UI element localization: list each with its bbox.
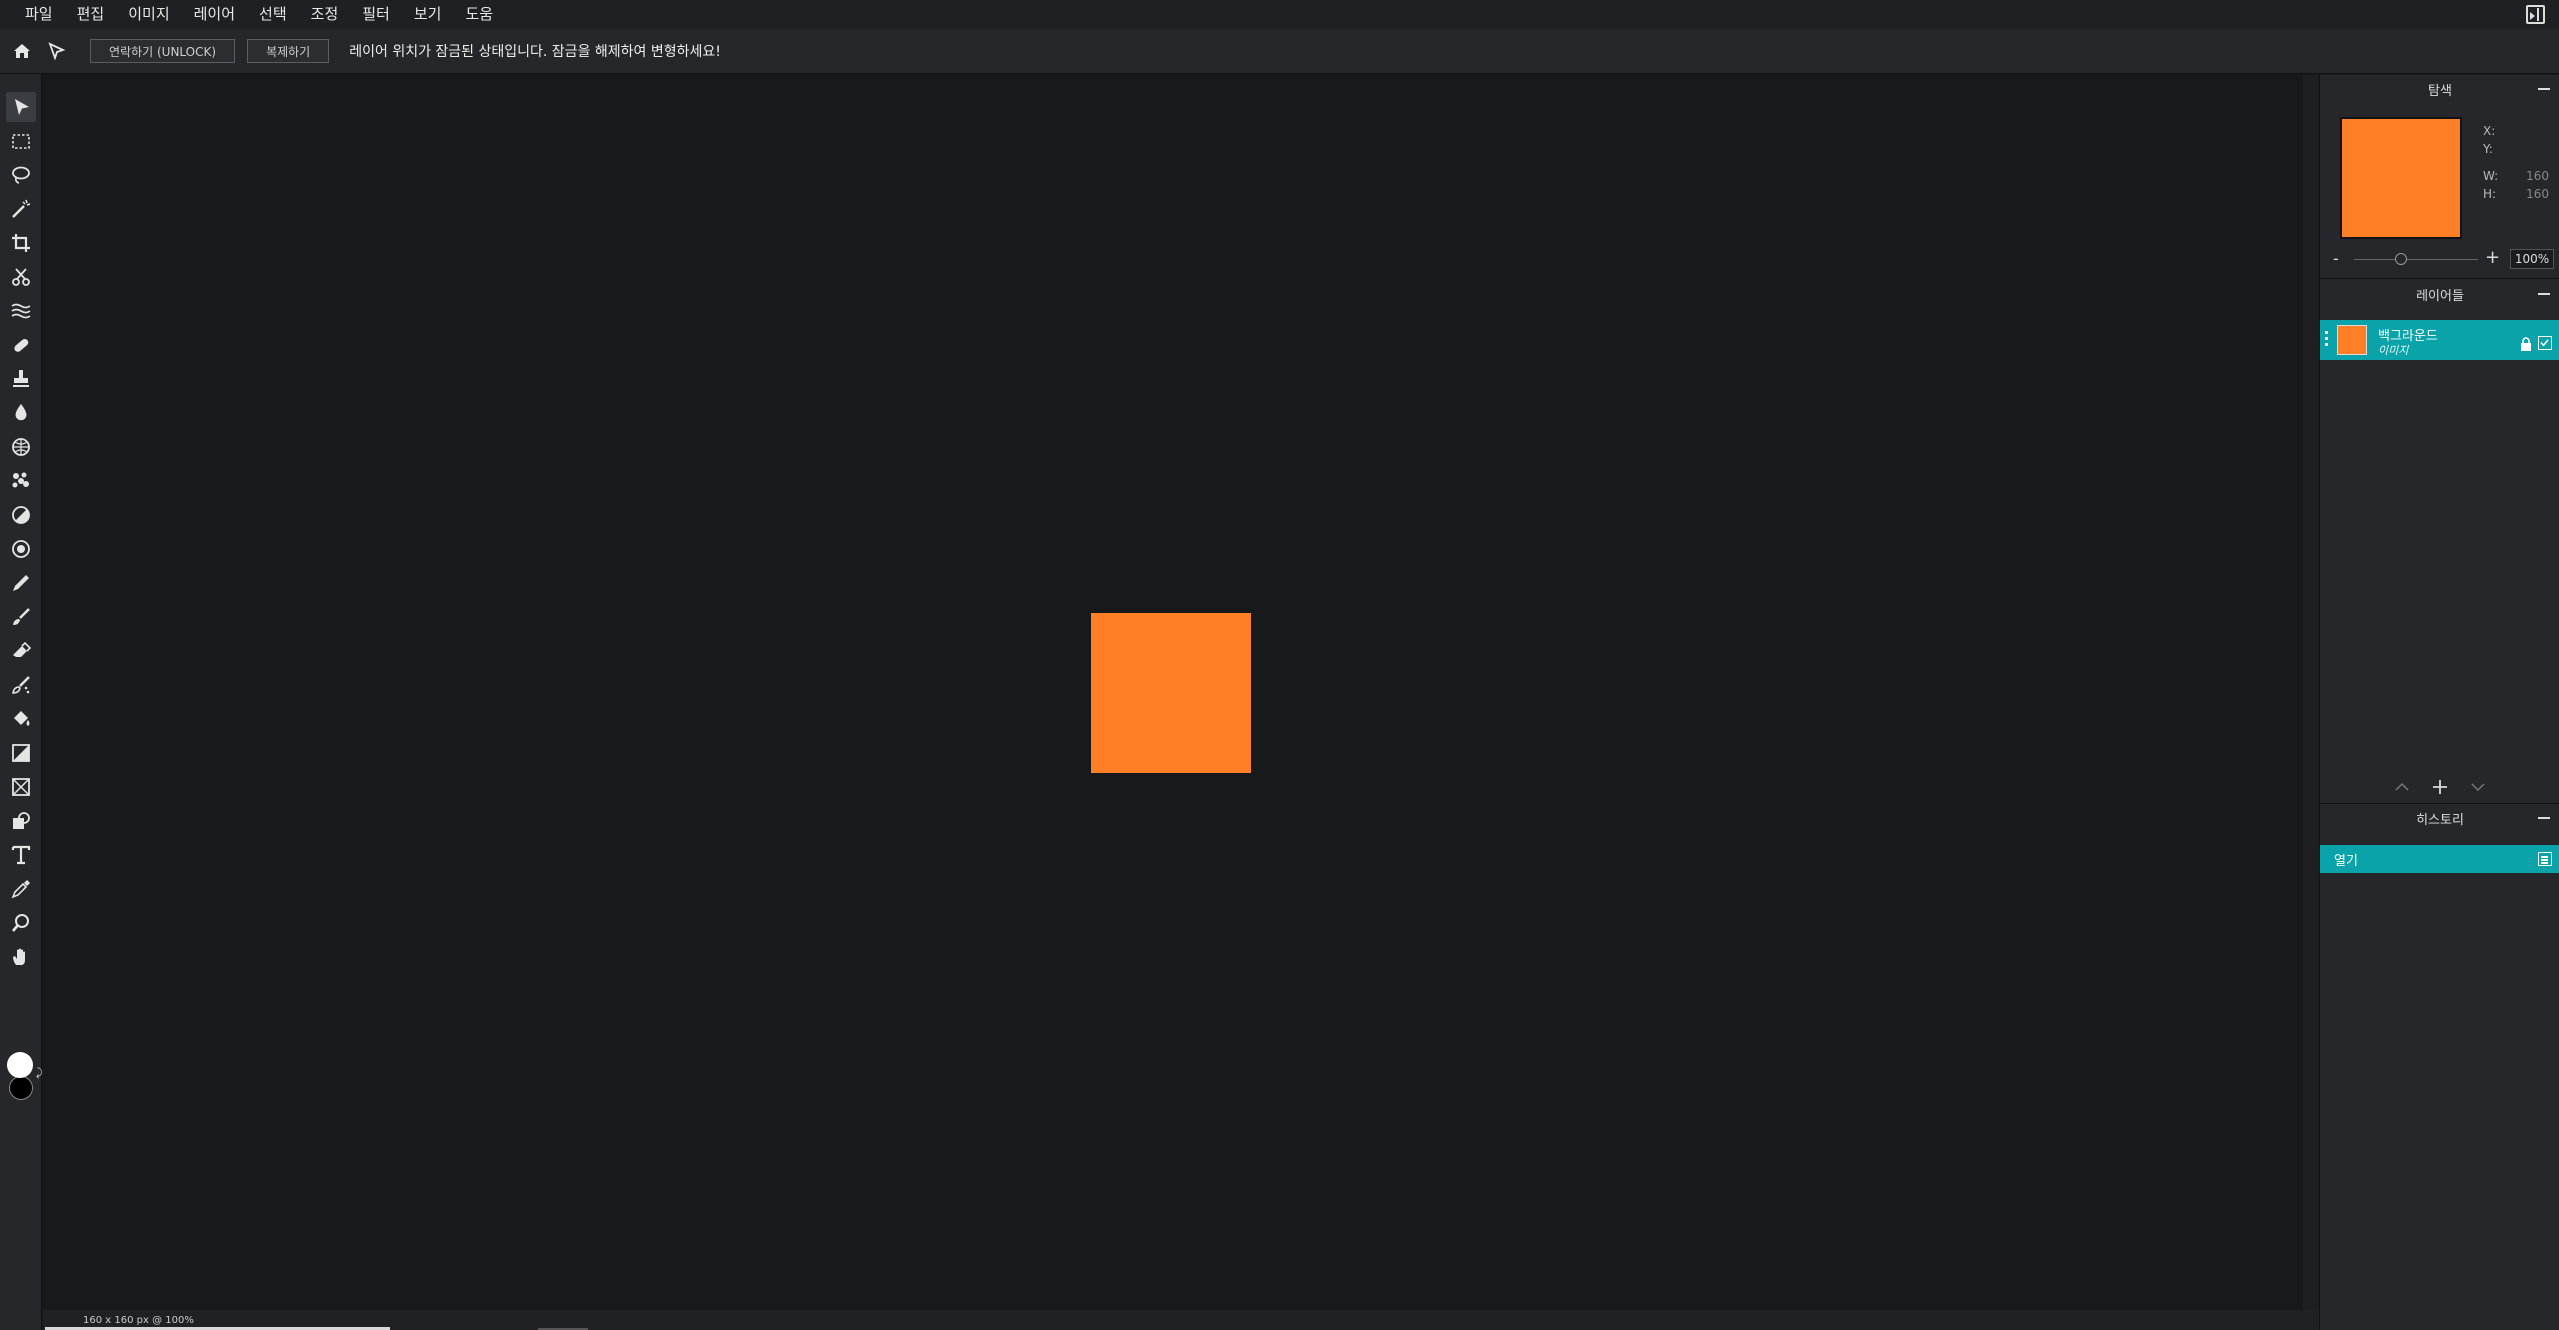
status-bar: 160 x 160 px @ 100% <box>43 1310 2319 1330</box>
healing-icon[interactable] <box>6 330 36 360</box>
hand-icon[interactable] <box>6 942 36 972</box>
panel-toggle-icon[interactable] <box>2526 5 2545 24</box>
divider <box>2320 278 2559 279</box>
pattern-icon[interactable] <box>6 466 36 496</box>
navigator-header: 탐색 <box>2320 75 2559 103</box>
menu-layer[interactable]: 레이어 <box>182 0 247 29</box>
menu-adjust[interactable]: 조정 <box>299 0 351 29</box>
layers-title: 레이어들 <box>2416 288 2464 304</box>
collapse-icon[interactable] <box>2538 88 2550 90</box>
lock-message: 레이어 위치가 잠금된 상태입니다. 잠금을 해제하여 변형하세요! <box>349 44 721 60</box>
zoom-in-button[interactable]: + <box>2485 247 2500 268</box>
crop-icon[interactable] <box>6 228 36 258</box>
menu-image[interactable]: 이미지 <box>116 0 181 29</box>
nav-w-label: W: <box>2483 169 2499 183</box>
visibility-checkbox-icon[interactable] <box>2538 336 2552 350</box>
cut-icon[interactable] <box>6 262 36 292</box>
sponge-icon[interactable] <box>6 432 36 462</box>
collapse-icon[interactable] <box>2538 293 2550 295</box>
duplicate-button[interactable]: 복제하기 <box>247 39 330 63</box>
zoom-icon[interactable] <box>6 908 36 938</box>
color-brush-icon[interactable] <box>6 670 36 700</box>
lock-icon[interactable] <box>2519 337 2533 351</box>
eyedropper-icon[interactable] <box>6 874 36 904</box>
background-color-swatch[interactable] <box>9 1076 33 1100</box>
right-panel: 탐색 X: Y: W: 160 H: 160 - + 100% 레이어들 백그라… <box>2319 75 2559 1330</box>
status-text: 160 x 160 px @ 100% <box>83 1314 194 1326</box>
pen-icon[interactable] <box>6 568 36 598</box>
home-icon[interactable] <box>10 39 34 63</box>
nav-y-label: Y: <box>2483 142 2493 156</box>
nav-h-label: H: <box>2483 187 2497 201</box>
collapse-icon[interactable] <box>2538 817 2550 819</box>
history-title: 히스토리 <box>2416 812 2464 828</box>
menu-filter[interactable]: 필터 <box>350 0 402 29</box>
nav-w-value: 160 <box>2526 169 2549 183</box>
foreground-color-swatch[interactable] <box>7 1052 33 1078</box>
unlock-button[interactable]: 연락하기 (UNLOCK) <box>90 39 236 63</box>
dodge-icon[interactable] <box>6 500 36 530</box>
menu-bar: 파일 편집 이미지 레이어 선택 조정 필터 보기 도움 <box>0 0 2559 29</box>
drag-handle-icon[interactable] <box>2325 331 2328 349</box>
gradient-icon[interactable] <box>6 738 36 768</box>
navigator-preview[interactable] <box>2340 117 2462 239</box>
move-tool-icon <box>44 39 68 63</box>
history-state-icon <box>2538 852 2552 866</box>
fill-bucket-icon[interactable] <box>6 704 36 734</box>
menu-select[interactable]: 선택 <box>247 0 299 29</box>
liquify-icon[interactable] <box>6 296 36 326</box>
history-item[interactable]: 열기 <box>2320 845 2559 873</box>
move-layer-up-icon[interactable] <box>2394 781 2410 793</box>
canvas-workspace[interactable] <box>43 75 2303 1310</box>
nav-x-label: X: <box>2483 124 2496 138</box>
zoom-slider[interactable] <box>2354 259 2478 260</box>
navigator-title: 탐색 <box>2428 83 2452 99</box>
canvas-image[interactable] <box>1091 613 1251 773</box>
brush-icon[interactable] <box>6 602 36 632</box>
blur-icon[interactable] <box>6 398 36 428</box>
vertical-scrollbar[interactable] <box>2303 75 2319 1310</box>
tool-bar: ⤸ <box>0 74 43 1330</box>
nav-h-value: 160 <box>2526 187 2549 201</box>
text-icon[interactable] <box>6 840 36 870</box>
zoom-slider-handle[interactable] <box>2395 253 2407 265</box>
swap-colors-icon[interactable]: ⤸ <box>36 1066 43 1080</box>
menu-file[interactable]: 파일 <box>0 0 65 29</box>
zoom-input[interactable]: 100% <box>2510 249 2554 269</box>
eraser-icon[interactable] <box>6 636 36 666</box>
menu-view[interactable]: 보기 <box>402 0 454 29</box>
history-header: 히스토리 <box>2320 804 2559 832</box>
layers-header: 레이어들 <box>2320 280 2559 308</box>
history-item-label: 열기 <box>2334 853 2358 869</box>
move-layer-down-icon[interactable] <box>2470 781 2486 793</box>
zoom-out-button[interactable]: - <box>2333 249 2339 268</box>
spot-heal-icon[interactable] <box>6 534 36 564</box>
lasso-icon[interactable] <box>6 160 36 190</box>
magic-wand-icon[interactable] <box>6 194 36 224</box>
menu-edit[interactable]: 편집 <box>65 0 117 29</box>
clone-stamp-icon[interactable] <box>6 364 36 394</box>
layer-thumbnail <box>2337 325 2367 355</box>
options-bar: 연락하기 (UNLOCK) 복제하기 레이어 위치가 잠금된 상태입니다. 잠금… <box>0 29 2559 74</box>
frame-icon[interactable] <box>6 772 36 802</box>
layer-type: 이미지 <box>2378 344 2409 357</box>
add-layer-icon[interactable] <box>2432 779 2448 795</box>
layer-item[interactable]: 백그라운드 이미지 <box>2320 320 2559 360</box>
shape-icon[interactable] <box>6 806 36 836</box>
move-icon[interactable] <box>6 92 36 122</box>
marquee-select-icon[interactable] <box>6 126 36 156</box>
layer-actions <box>2320 775 2559 799</box>
menu-help[interactable]: 도움 <box>453 0 505 29</box>
